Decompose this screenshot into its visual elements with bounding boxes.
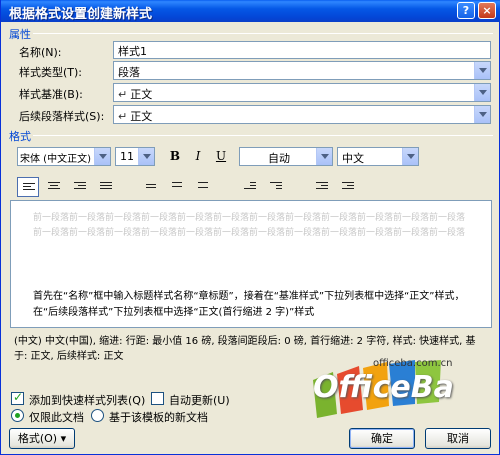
- auto-update-checkbox[interactable]: [151, 392, 164, 405]
- help-button[interactable]: ?: [457, 2, 475, 19]
- underline-button[interactable]: U: [210, 146, 232, 166]
- align-center-button[interactable]: [43, 177, 65, 197]
- properties-divider: [33, 33, 493, 34]
- format-section-label: 格式: [9, 130, 31, 143]
- name-input[interactable]: 样式1: [113, 41, 491, 59]
- based-on-value: 正文: [130, 88, 153, 101]
- create-style-dialog: 根据格式设置创建新样式 ? × 属性 名称(N): 样式1 样式类型(T): 段…: [0, 0, 500, 455]
- watermark-brand: OfficeBa: [313, 370, 454, 405]
- justify-button[interactable]: [95, 177, 117, 197]
- title-bar[interactable]: 根据格式设置创建新样式 ? ×: [1, 0, 500, 22]
- chevron-down-icon[interactable]: [94, 148, 110, 165]
- font-size-select[interactable]: 11: [115, 147, 155, 166]
- ok-button[interactable]: 确定: [349, 428, 415, 449]
- spacing-before-icon: [244, 182, 256, 192]
- font-select[interactable]: 宋体 (中文正文): [17, 147, 111, 166]
- auto-update-label: 自动更新(U): [169, 394, 230, 407]
- chevron-down-icon[interactable]: [474, 84, 490, 101]
- double-spacing-icon: [198, 182, 210, 192]
- name-label: 名称(N):: [19, 46, 62, 59]
- only-this-document-label: 仅限此文档: [29, 411, 84, 424]
- single-spacing-icon: [146, 182, 158, 192]
- style-preview: 前一段落前一段落前一段落前一段落前一段落前一段落前一段落前一段落前一段落前一段落…: [10, 200, 492, 328]
- font-value: 宋体 (中文正文): [20, 154, 91, 165]
- outdent-icon: [316, 182, 328, 192]
- only-this-document-radio[interactable]: [11, 409, 24, 422]
- chevron-down-icon[interactable]: [474, 62, 490, 79]
- align-left-icon: [23, 183, 35, 193]
- one-half-spacing-button[interactable]: [167, 177, 189, 197]
- decrease-indent-button[interactable]: [311, 177, 333, 197]
- paragraph-mark-icon: ↵: [118, 88, 128, 101]
- font-size-value: 11: [120, 150, 134, 163]
- based-on-label: 样式基准(B):: [19, 88, 83, 101]
- chevron-down-icon[interactable]: [138, 148, 154, 165]
- watermark-url: officeba.com.cn: [373, 358, 453, 369]
- align-left-button[interactable]: [17, 177, 39, 197]
- align-right-button[interactable]: [69, 177, 91, 197]
- align-right-icon: [74, 182, 86, 192]
- preview-sample-text: 首先在“名称”框中输入标题样式名称“章标题”，接着在“基准样式”下拉列表框中选择…: [33, 291, 465, 318]
- italic-button[interactable]: I: [187, 146, 209, 166]
- justify-icon: [100, 182, 112, 192]
- template-documents-radio[interactable]: [91, 409, 104, 422]
- chevron-down-icon[interactable]: [402, 148, 418, 165]
- properties-section-label: 属性: [9, 28, 31, 41]
- decrease-spacing-before-button[interactable]: [265, 177, 287, 197]
- language-select[interactable]: 中文: [337, 147, 419, 166]
- align-center-icon: [48, 182, 60, 192]
- single-spacing-button[interactable]: [141, 177, 163, 197]
- spacing-after-icon: [270, 182, 282, 192]
- style-type-label: 样式类型(T):: [19, 66, 83, 79]
- increase-spacing-before-button[interactable]: [239, 177, 261, 197]
- add-quick-style-label: 添加到快速样式列表(Q): [29, 394, 146, 407]
- indent-icon: [342, 182, 354, 192]
- font-color-value: 自动: [268, 152, 290, 165]
- preview-previous-paragraph: 前一段落前一段落前一段落前一段落前一段落前一段落前一段落前一段落前一段落前一段落…: [33, 213, 466, 238]
- template-documents-label: 基于该模板的新文档: [109, 411, 208, 424]
- chevron-down-icon[interactable]: [316, 148, 332, 165]
- paragraph-mark-icon: ↵: [118, 110, 128, 123]
- style-type-value: 段落: [118, 66, 140, 79]
- font-color-select[interactable]: 自动: [239, 147, 333, 166]
- language-value: 中文: [342, 152, 364, 165]
- following-style-select[interactable]: ↵ 正文: [113, 105, 491, 124]
- increase-indent-button[interactable]: [337, 177, 359, 197]
- based-on-select[interactable]: ↵ 正文: [113, 83, 491, 102]
- double-spacing-button[interactable]: [193, 177, 215, 197]
- following-style-value: 正文: [130, 110, 153, 123]
- format-menu-button[interactable]: 格式(O) ▾: [9, 428, 75, 449]
- one-half-spacing-icon: [172, 182, 184, 192]
- style-type-select[interactable]: 段落: [113, 61, 491, 80]
- format-divider: [33, 135, 493, 136]
- add-quick-style-checkbox[interactable]: [11, 390, 24, 405]
- dialog-title: 根据格式设置创建新样式: [9, 7, 153, 22]
- chevron-down-icon[interactable]: [474, 106, 490, 123]
- bold-button[interactable]: B: [164, 146, 186, 166]
- name-input-value: 样式1: [118, 45, 147, 58]
- close-button[interactable]: ×: [478, 2, 496, 19]
- following-style-label: 后续段落样式(S):: [19, 110, 105, 123]
- cancel-button[interactable]: 取消: [425, 428, 491, 449]
